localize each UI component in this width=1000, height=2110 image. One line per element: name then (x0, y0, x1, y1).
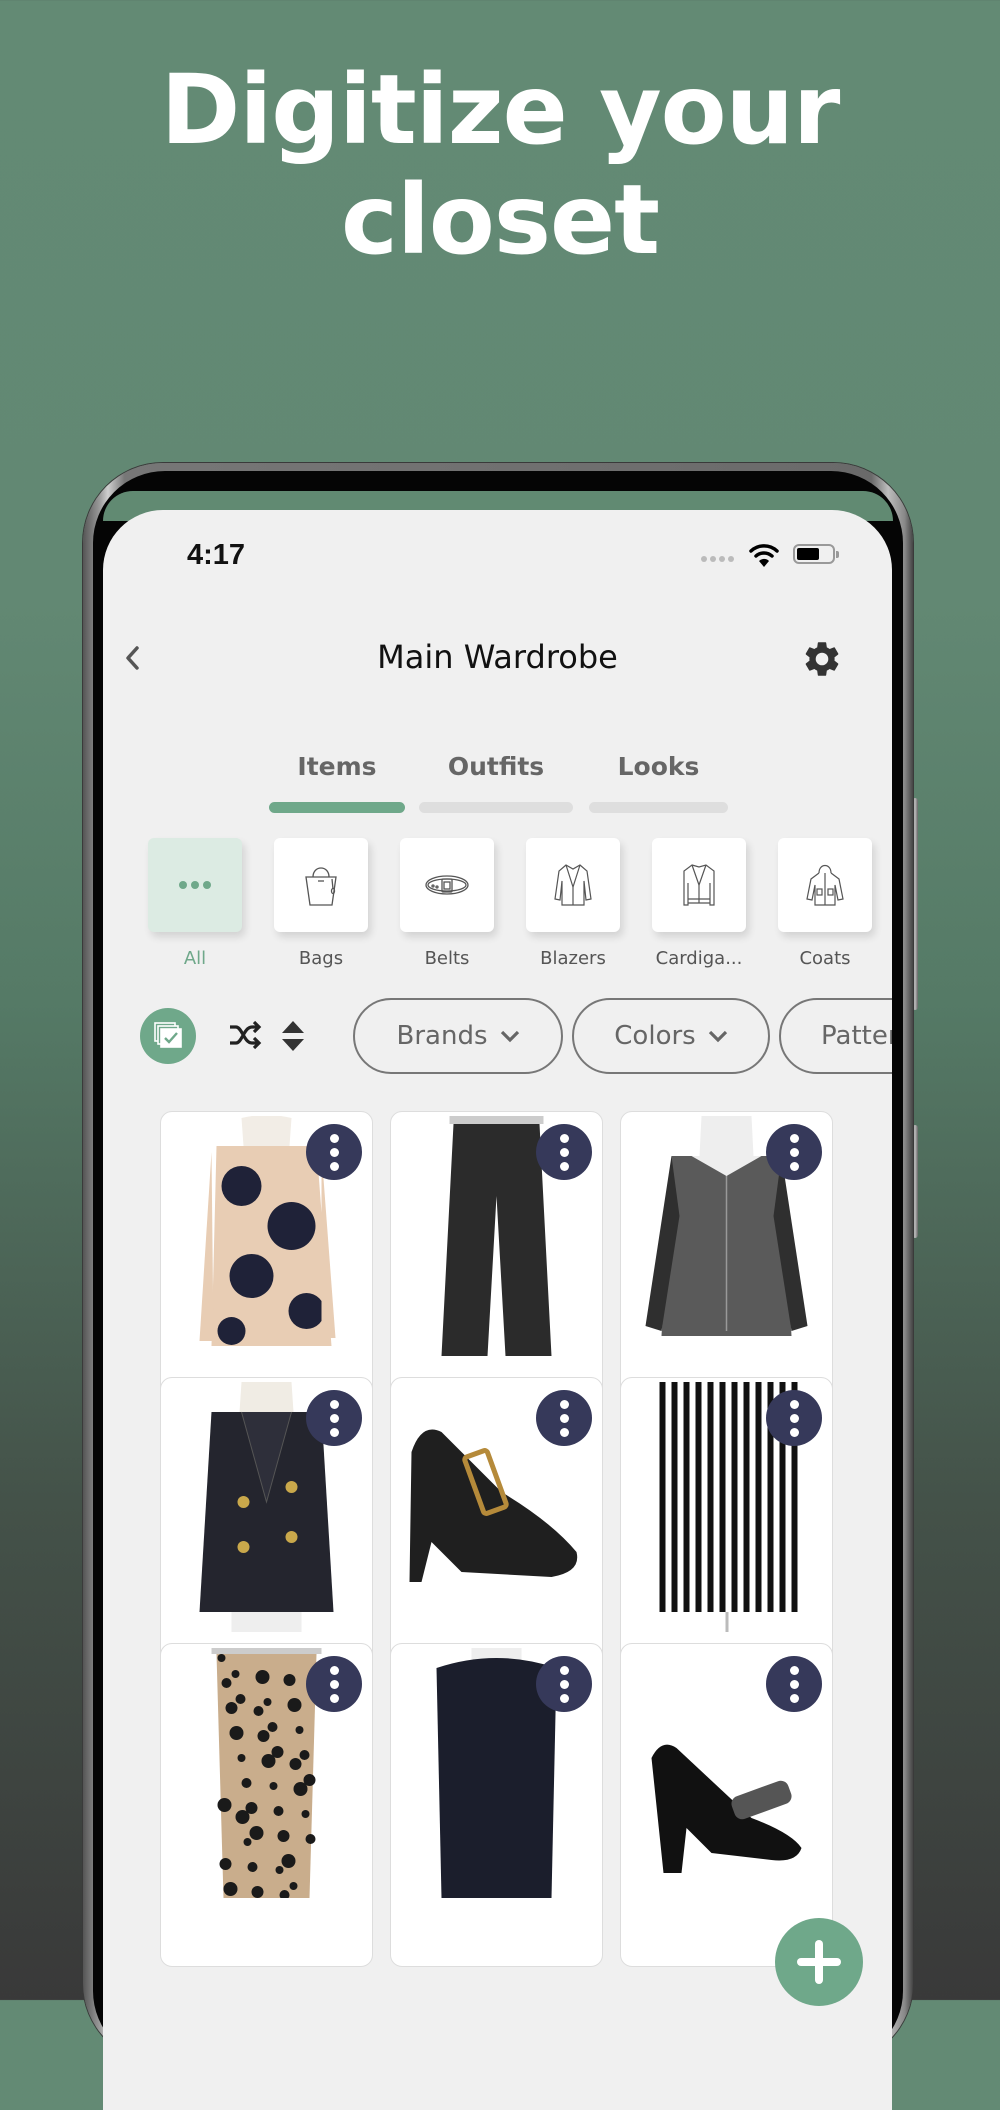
item-more-button[interactable] (306, 1124, 362, 1180)
category-cardigans[interactable]: Cardiga... (652, 838, 746, 969)
page-title: Main Wardrobe (377, 638, 618, 676)
cardigan-icon (683, 864, 715, 906)
item-more-button[interactable] (766, 1656, 822, 1712)
brands-filter-chip[interactable]: Brands (353, 998, 563, 1074)
chevron-down-icon (500, 1030, 519, 1043)
tab-items-label: Items (297, 752, 377, 781)
category-all[interactable]: All (148, 838, 242, 969)
tab-items[interactable]: Items (269, 752, 405, 813)
add-item-button[interactable] (775, 1918, 863, 2006)
category-tile (652, 838, 746, 932)
category-label: Coats (799, 948, 851, 969)
headline-line-1: Digitize your (160, 54, 841, 166)
more-vertical-icon (329, 1665, 339, 1675)
sort-button[interactable] (277, 1018, 309, 1054)
item-card[interactable] (390, 1643, 603, 1967)
chip-label: Patterns (821, 1021, 892, 1051)
category-label: Belts (424, 948, 470, 969)
patterns-filter-chip[interactable]: Patterns (779, 998, 892, 1074)
category-coats[interactable]: Coats (778, 838, 872, 969)
tab-indicator (419, 802, 573, 813)
blazer-icon (554, 864, 592, 906)
tab-outfits-label: Outfits (447, 752, 545, 781)
chip-label: Brands (396, 1021, 488, 1051)
more-vertical-icon (559, 1133, 569, 1143)
item-more-button[interactable] (766, 1390, 822, 1446)
app-screen: 4:17 Main Wardrobe Items Outfits Looks A… (103, 510, 892, 2110)
coat-icon (806, 864, 844, 906)
chevron-down-icon (708, 1030, 727, 1043)
bag-icon (305, 867, 337, 906)
more-vertical-icon (329, 1399, 339, 1409)
category-label: Blazers (540, 948, 606, 969)
category-tile (148, 838, 242, 932)
more-vertical-icon (329, 1133, 339, 1143)
category-tile (526, 838, 620, 932)
item-more-button[interactable] (536, 1656, 592, 1712)
colors-filter-chip[interactable]: Colors (572, 998, 770, 1074)
more-dots-icon (179, 881, 211, 889)
tab-looks[interactable]: Looks (589, 752, 728, 813)
category-row: All Bags Belts Blazers Cardiga... Coats (103, 838, 892, 969)
category-belts[interactable]: Belts (400, 838, 494, 969)
wifi-icon (749, 544, 779, 567)
filter-bar: Brands Colors Patterns (103, 998, 892, 1076)
category-tile (400, 838, 494, 932)
category-label: Cardiga... (655, 948, 743, 969)
chip-label: Colors (614, 1021, 696, 1051)
category-tile (274, 838, 368, 932)
multi-select-icon (154, 1022, 182, 1048)
item-card[interactable] (620, 1643, 833, 1967)
more-vertical-icon (559, 1665, 569, 1675)
category-label: All (183, 948, 207, 969)
headline-line-2: closet (341, 164, 660, 276)
item-more-button[interactable] (306, 1390, 362, 1446)
category-bags[interactable]: Bags (274, 838, 368, 969)
tab-outfits[interactable]: Outfits (419, 752, 573, 813)
item-more-button[interactable] (536, 1390, 592, 1446)
tab-indicator (589, 802, 728, 813)
more-vertical-icon (789, 1133, 799, 1143)
item-more-button[interactable] (306, 1656, 362, 1712)
battery-icon (793, 544, 839, 564)
status-time: 4:17 (187, 539, 246, 571)
belt-icon (425, 875, 469, 895)
tab-indicator-active (269, 802, 405, 813)
phone-frame: 4:17 Main Wardrobe Items Outfits Looks A… (83, 463, 913, 2110)
more-vertical-icon (789, 1665, 799, 1675)
category-blazers[interactable]: Blazers (526, 838, 620, 969)
item-more-button[interactable] (766, 1124, 822, 1180)
shuffle-button[interactable] (227, 1018, 263, 1052)
category-label: Bags (298, 948, 344, 969)
settings-button[interactable] (801, 638, 843, 680)
signal-icon (701, 556, 734, 562)
more-vertical-icon (789, 1399, 799, 1409)
multi-select-button[interactable] (140, 1008, 196, 1064)
more-vertical-icon (559, 1399, 569, 1409)
promo-headline: Digitize your closet (0, 55, 1000, 275)
item-more-button[interactable] (536, 1124, 592, 1180)
item-card[interactable] (160, 1643, 373, 1967)
tab-looks-label: Looks (617, 752, 700, 781)
category-tile (778, 838, 872, 932)
